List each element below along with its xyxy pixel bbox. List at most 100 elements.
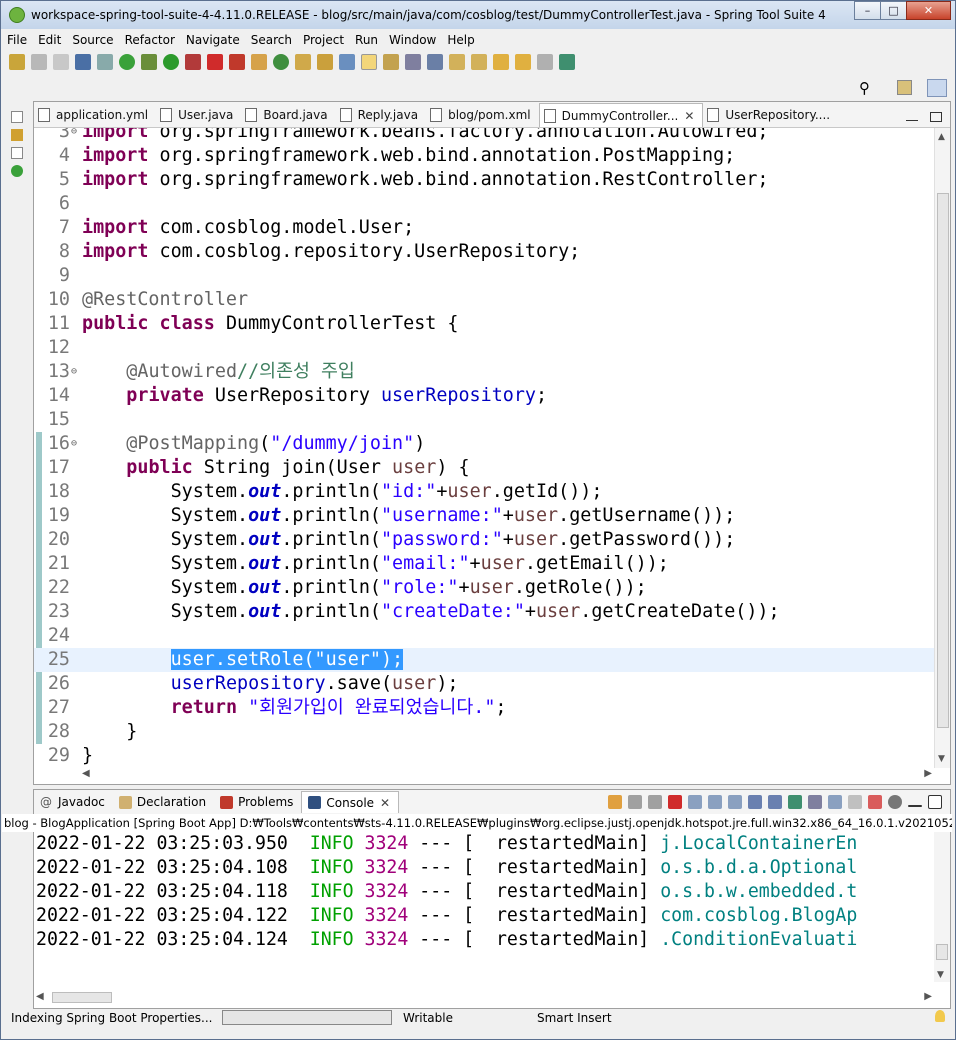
boot-dashboard-trim-icon[interactable] — [11, 165, 23, 177]
scroll-left-icon[interactable]: ◀ — [82, 768, 90, 779]
save-all-icon[interactable] — [53, 54, 69, 70]
code-line[interactable]: 29} — [34, 744, 934, 768]
tab-pom-xml[interactable]: blog/pom.xml — [426, 103, 539, 127]
code-line[interactable]: 20 System.out.println("password:"+user.g… — [34, 528, 934, 552]
code-line[interactable]: 28 } — [34, 720, 934, 744]
code-line[interactable]: 7 import com.cosblog.model.User; — [34, 216, 934, 240]
scroll-lock-icon[interactable] — [708, 795, 722, 809]
search-icon[interactable]: ⚲ — [859, 79, 870, 97]
menu-search[interactable]: Search — [251, 33, 292, 47]
menu-source[interactable]: Source — [72, 33, 113, 47]
code-line[interactable]: 15 — [34, 408, 934, 432]
java-perspective-icon[interactable] — [927, 79, 947, 97]
code-line[interactable]: 25 user.setRole("user"); — [34, 648, 934, 672]
editor-vertical-scrollbar[interactable]: ▲ ▼ — [934, 128, 950, 768]
word-wrap-icon[interactable] — [405, 54, 421, 70]
new-icon[interactable] — [9, 54, 25, 70]
mark-occurrences-icon[interactable] — [361, 54, 377, 70]
skip-breakpoints-icon[interactable] — [97, 54, 113, 70]
code-line[interactable]: 21 System.out.println("email:"+user.getE… — [34, 552, 934, 576]
code-line[interactable]: 23 System.out.println("createDate:"+user… — [34, 600, 934, 624]
new-java-package-icon[interactable] — [251, 54, 267, 70]
relaunch-icon[interactable] — [229, 54, 245, 70]
fold-toggle-icon[interactable]: ⊖ — [71, 432, 77, 456]
code-line[interactable]: 10 @RestController — [34, 288, 934, 312]
editor-horizontal-scrollbar[interactable]: ◀ ▶ — [82, 768, 932, 782]
new-class-icon[interactable] — [273, 54, 289, 70]
forward-icon[interactable] — [537, 54, 553, 70]
minimize-view-icon[interactable] — [906, 120, 918, 122]
console-hscroll-thumb[interactable] — [52, 992, 112, 1003]
title-bar[interactable]: workspace-spring-tool-suite-4-4.11.0.REL… — [1, 1, 955, 29]
code-line[interactable]: 27 return "회원가입이 완료되었습니다."; — [34, 696, 934, 720]
run-icon[interactable] — [163, 54, 179, 70]
code-line[interactable]: 4 import org.springframework.web.bind.ann… — [34, 144, 934, 168]
code-line[interactable]: 5 import org.springframework.web.bind.ann… — [34, 168, 934, 192]
next-annotation-icon[interactable] — [449, 54, 465, 70]
minimize-panel-icon[interactable] — [908, 805, 922, 807]
open-console-icon[interactable] — [559, 54, 575, 70]
restore-icon-2[interactable] — [11, 147, 23, 159]
console-horizontal-scrollbar[interactable]: ◀ ▶ — [34, 990, 934, 1006]
console-output[interactable]: 2022-01-22 03:25:03.950 INFO 3324 --- [ … — [34, 832, 936, 982]
code-line[interactable]: 11 public class DummyControllerTest { — [34, 312, 934, 336]
maximize-button[interactable]: □ — [880, 1, 907, 20]
show-on-stderr-icon[interactable] — [768, 795, 782, 809]
close-button[interactable]: ✕ — [906, 1, 951, 20]
open-console-tool-icon[interactable] — [608, 795, 622, 809]
open-type-icon[interactable] — [295, 54, 311, 70]
menu-run[interactable]: Run — [355, 33, 378, 47]
tab-problems[interactable]: Problems — [214, 791, 301, 813]
code-line[interactable]: 26 userRepository.save(user); — [34, 672, 934, 696]
code-line[interactable]: 22 System.out.println("role:"+user.getRo… — [34, 576, 934, 600]
terminate-icon[interactable] — [668, 795, 682, 809]
fold-toggle-icon[interactable]: ⊖ — [71, 128, 77, 144]
tab-user-java[interactable]: User.java — [156, 103, 241, 127]
code-line[interactable]: 17 public String join(User user) { — [34, 456, 934, 480]
tab-javadoc[interactable]: @ Javadoc — [34, 791, 113, 813]
scroll-left-icon[interactable]: ◀ — [36, 991, 44, 1002]
menu-help[interactable]: Help — [447, 33, 474, 47]
block-selection-icon[interactable] — [383, 54, 399, 70]
scroll-down-icon[interactable]: ▼ — [937, 970, 944, 980]
close-tab-icon[interactable]: ✕ — [684, 109, 694, 123]
menu-edit[interactable]: Edit — [38, 33, 61, 47]
restore-icon[interactable] — [11, 111, 23, 123]
save-icon[interactable] — [31, 54, 47, 70]
clear-console-icon[interactable] — [688, 795, 702, 809]
task-progress-bar[interactable] — [222, 1010, 392, 1025]
search-tool-icon[interactable] — [317, 54, 333, 70]
terminal-icon[interactable] — [75, 54, 91, 70]
package-explorer-icon[interactable] — [11, 129, 23, 141]
code-line[interactable]: 12 — [34, 336, 934, 360]
code-text-area[interactable]: 3 ⊖ import org.springframework.beans.facto… — [34, 128, 934, 768]
code-line[interactable]: 9 — [34, 264, 934, 288]
pin-console-icon[interactable] — [788, 795, 802, 809]
gear-icon[interactable] — [888, 795, 902, 809]
tab-board-java[interactable]: Board.java — [241, 103, 335, 127]
boot-dashboard-icon[interactable] — [119, 54, 135, 70]
menu-refactor[interactable]: Refactor — [125, 33, 175, 47]
code-line[interactable]: 8 import com.cosblog.repository.UserRepos… — [34, 240, 934, 264]
tab-reply-java[interactable]: Reply.java — [336, 103, 426, 127]
scroll-down-icon[interactable]: ▼ — [938, 754, 945, 764]
maximize-panel-icon[interactable] — [928, 795, 942, 809]
tab-application-yml[interactable]: application.yml — [34, 103, 156, 127]
copy-icon[interactable] — [848, 795, 862, 809]
live-reload-icon[interactable] — [868, 795, 882, 809]
word-wrap-console-icon[interactable] — [728, 795, 742, 809]
code-line[interactable]: 13 ⊖ @Autowired//의존성 주입 — [34, 360, 934, 384]
open-perspective-icon[interactable] — [897, 80, 912, 95]
code-line[interactable]: 3 ⊖ import org.springframework.beans.facto… — [34, 128, 934, 144]
menu-window[interactable]: Window — [389, 33, 436, 47]
remove-launch-icon[interactable] — [628, 795, 642, 809]
remove-all-launches-icon[interactable] — [648, 795, 662, 809]
console-vertical-scrollbar[interactable]: ▼ — [934, 832, 950, 982]
fold-toggle-icon[interactable]: ⊖ — [71, 360, 77, 384]
maximize-view-icon[interactable] — [930, 112, 942, 122]
tab-user-repository[interactable]: UserRepository.... — [703, 103, 838, 127]
show-whitespace-icon[interactable] — [427, 54, 443, 70]
code-line[interactable]: 24 — [34, 624, 934, 648]
menu-file[interactable]: File — [7, 33, 27, 47]
stop-icon[interactable] — [207, 54, 223, 70]
